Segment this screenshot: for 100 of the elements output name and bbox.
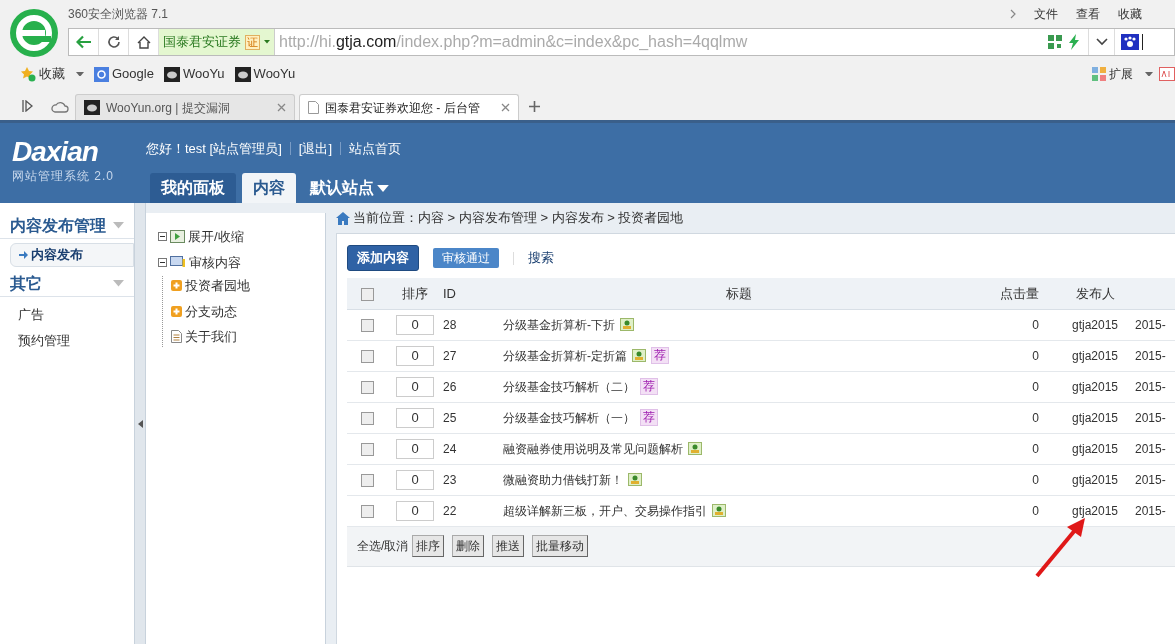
action-button[interactable]: 排序	[412, 535, 445, 557]
tree-toggle[interactable]: 展开/收缩	[188, 227, 244, 247]
collapse-icon[interactable]	[113, 222, 124, 229]
close-icon[interactable]	[501, 103, 510, 112]
qr-code-icon[interactable]	[1048, 35, 1062, 49]
collapse-arrow-icon[interactable]	[137, 419, 143, 428]
search-link[interactable]: 搜索	[528, 248, 554, 268]
browser-tab[interactable]: WooYun.org | 提交漏洞	[75, 94, 295, 120]
checkbox[interactable]	[360, 442, 374, 456]
article-title[interactable]: 分级基金折算析-定折篇	[503, 346, 627, 365]
select-all-link[interactable]: 全选/取消	[357, 537, 409, 555]
lightning-icon[interactable]	[1068, 34, 1080, 50]
chevron-down-icon	[1095, 38, 1108, 46]
table-cell: 0	[1032, 410, 1039, 425]
back-arrow-icon	[75, 35, 92, 49]
checkbox[interactable]	[360, 380, 374, 394]
menu-item[interactable]: 查看	[1076, 5, 1100, 23]
sidebar-toggle-icon[interactable]	[22, 100, 33, 112]
checkbox[interactable]	[360, 411, 374, 425]
article-title[interactable]: 融资融券使用说明及常见问题解析	[503, 439, 683, 458]
caret-icon[interactable]	[76, 71, 84, 77]
close-icon[interactable]	[277, 103, 286, 112]
article-title[interactable]: 分级基金技巧解析（一）	[503, 408, 635, 427]
action-button[interactable]: 推送	[492, 535, 525, 557]
table-cell: 2015-	[1135, 348, 1166, 363]
tree-node[interactable]: 分支动态	[185, 301, 237, 321]
action-button[interactable]: 删除	[452, 535, 485, 557]
logout-link[interactable]: [退出]	[298, 139, 333, 159]
menu-item[interactable]: 文件	[1034, 5, 1058, 23]
bookmark[interactable]: 收藏	[20, 64, 65, 84]
order-field[interactable]: 0	[396, 500, 434, 521]
bookmark[interactable]: Google	[94, 64, 154, 84]
order-field[interactable]: 0	[396, 314, 434, 335]
site-dropdown[interactable]: 默认站点	[302, 173, 397, 203]
chevron-icon[interactable]	[1010, 9, 1016, 19]
article-title[interactable]: 分级基金技巧解析（二）	[503, 377, 635, 396]
bookmark[interactable]: WooYu	[163, 64, 225, 84]
column-header: ID	[443, 285, 456, 301]
order-field[interactable]: 0	[396, 376, 434, 397]
table-cell: 2015-	[1135, 441, 1166, 456]
caret-icon[interactable]	[264, 40, 270, 44]
sidebar-item[interactable]: 内容发布	[10, 243, 134, 267]
checkbox[interactable]	[360, 349, 374, 363]
collapse-icon[interactable]	[113, 280, 124, 287]
article-title[interactable]: 分级基金折算析-下折	[503, 315, 615, 334]
table-cell: gtja2015	[1071, 348, 1118, 363]
tree-node[interactable]: 审核内容	[189, 252, 241, 272]
security-label[interactable]: 国泰君安证券 证	[159, 29, 275, 55]
image-icon	[628, 473, 642, 486]
table-cell: gtja2015	[1071, 503, 1118, 518]
grid-icon	[1092, 67, 1106, 81]
table-cell: 2015-	[1135, 472, 1166, 487]
image-icon	[632, 349, 646, 362]
collapse-node-icon[interactable]	[158, 232, 167, 242]
action-button[interactable]: 批量移动	[532, 535, 589, 557]
site-home-link[interactable]: 站点首页	[349, 139, 402, 159]
add-content-button[interactable]: 添加内容	[347, 245, 419, 271]
nav-tab[interactable]: 我的面板	[150, 173, 236, 203]
approve-button[interactable]: 审核通过	[433, 248, 499, 268]
cloud-icon[interactable]	[51, 101, 69, 113]
checkbox[interactable]	[360, 318, 374, 332]
tree-node[interactable]: 投资者园地	[185, 276, 250, 296]
sidebar-section-title[interactable]: 其它	[10, 271, 42, 296]
column-header: 点击量	[1000, 285, 1039, 301]
checkbox[interactable]	[360, 473, 374, 487]
caret-icon[interactable]	[1145, 71, 1153, 77]
star-icon	[20, 66, 36, 82]
article-title[interactable]: 微融资助力借钱打新！	[503, 470, 623, 489]
table-cell: 0	[1032, 348, 1039, 363]
extensions-button[interactable]: 扩展	[1092, 65, 1133, 83]
url-field[interactable]: http://hi.gtja.com/index.php?m=admin&c=index&pc_hash=4qqlmw	[275, 29, 1048, 55]
nav-tab[interactable]: 内容	[242, 173, 296, 203]
image-icon	[688, 442, 702, 455]
order-field[interactable]: 0	[396, 438, 434, 459]
menu-item[interactable]: 收藏	[1118, 5, 1142, 23]
sidebar-section-title[interactable]: 内容发布管理	[10, 213, 106, 238]
recommend-badge: 荐	[651, 347, 669, 364]
monitor-icon	[170, 255, 186, 270]
browser-tab[interactable]: 国泰君安证券欢迎您 - 后台管	[299, 94, 519, 120]
tree-node[interactable]: 关于我们	[185, 327, 237, 347]
table-cell: 2015-	[1135, 379, 1166, 394]
order-field[interactable]: 0	[396, 407, 434, 428]
collapse-node-icon[interactable]	[158, 257, 167, 267]
bookmark[interactable]: WooYu	[234, 64, 296, 84]
order-field[interactable]: 0	[396, 469, 434, 490]
browser-logo-icon	[9, 8, 59, 58]
cloud-logo-icon	[163, 66, 180, 82]
table-cell: 2015-	[1135, 503, 1166, 518]
paw-icon[interactable]	[1121, 34, 1139, 50]
checkbox[interactable]	[360, 287, 374, 301]
browser-title: 360安全浏览器 7.1	[68, 6, 169, 23]
order-field[interactable]: 0	[396, 345, 434, 366]
checkbox[interactable]	[360, 504, 374, 518]
table-cell: 22	[443, 503, 457, 518]
translate-icon[interactable]	[1159, 67, 1175, 81]
new-tab-icon[interactable]	[529, 101, 540, 112]
sidebar-item[interactable]: 广告	[0, 305, 134, 325]
table-cell: 23	[443, 472, 457, 487]
article-title[interactable]: 超级详解新三板，开户、交易操作指引	[503, 501, 707, 520]
sidebar-item[interactable]: 预约管理	[0, 330, 134, 350]
